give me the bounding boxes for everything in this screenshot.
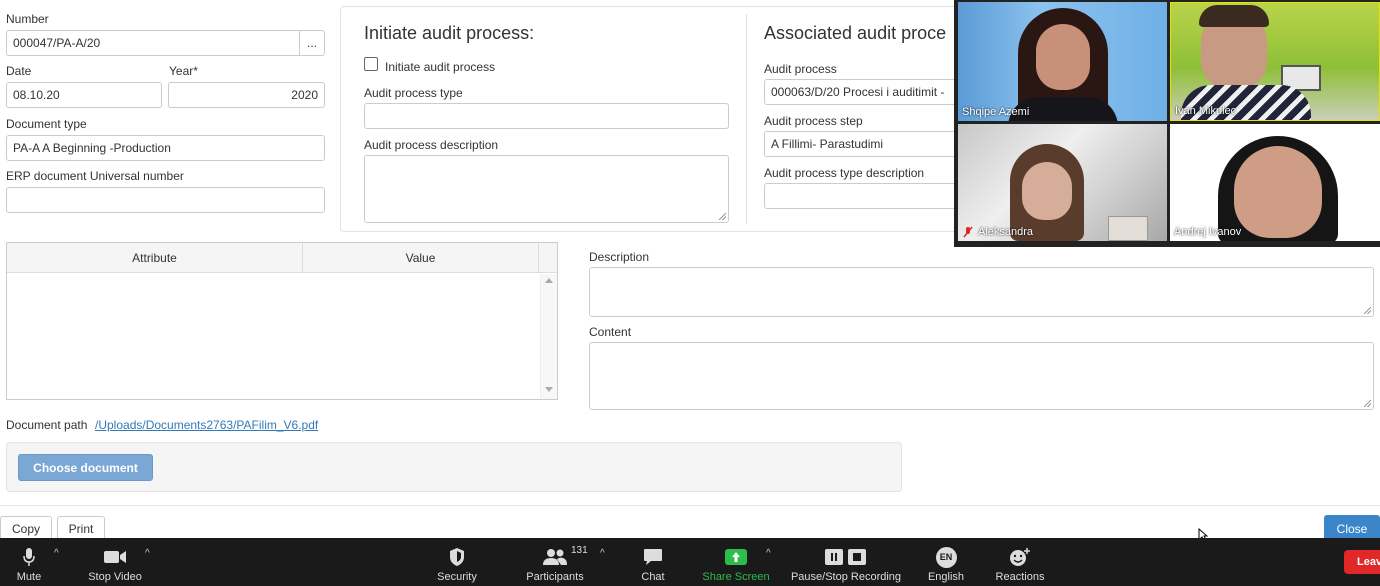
- participant-name: Shqipe Azemi: [962, 106, 1030, 118]
- document-type-input[interactable]: PA-A A Beginning -Production: [6, 135, 325, 161]
- video-options-chevron-icon[interactable]: ^: [145, 548, 150, 559]
- mute-button[interactable]: Mute: [6, 538, 52, 586]
- chat-button[interactable]: Chat: [634, 538, 672, 586]
- chat-label: Chat: [641, 571, 665, 583]
- choose-document-button[interactable]: Choose document: [18, 454, 153, 481]
- share-screen-button[interactable]: Share Screen: [700, 538, 772, 586]
- audit-process-type-description-label: Audit process type description: [764, 166, 925, 180]
- footer-divider: [0, 505, 1380, 506]
- security-label: Security: [437, 571, 477, 583]
- value-column-header[interactable]: Value: [303, 243, 539, 273]
- document-path-link[interactable]: /Uploads/Documents2763/PAFilim_V6.pdf: [95, 418, 318, 432]
- audit-process-description-label: Audit process description: [364, 138, 499, 152]
- participant-face: [1022, 162, 1072, 220]
- number-input[interactable]: 000047/PA-A/20: [6, 30, 300, 56]
- number-label: Number: [6, 12, 49, 26]
- audit-process-step-label: Audit process step: [764, 114, 863, 128]
- muted-mic-icon: [963, 226, 973, 238]
- date-label: Date: [6, 64, 32, 78]
- mute-label: Mute: [16, 571, 42, 583]
- participant-face: [1234, 146, 1322, 238]
- header-filler: [539, 243, 557, 273]
- video-tile-3[interactable]: Aleksandra: [958, 124, 1167, 241]
- year-label: Year*: [169, 64, 198, 78]
- date-input[interactable]: 08.10.20: [6, 82, 162, 108]
- recording-button[interactable]: Pause/Stop Recording: [788, 538, 904, 586]
- participants-count: 131: [571, 545, 588, 556]
- stop-video-label: Stop Video: [88, 571, 142, 583]
- share-screen-icon: [725, 549, 747, 565]
- meeting-toolbar: Mute ^ Stop Video ^ Security Participant…: [0, 538, 1380, 586]
- audit-process-label: Audit process: [764, 62, 837, 76]
- scroll-up-icon[interactable]: [545, 278, 553, 283]
- audit-process-description-textarea[interactable]: [364, 155, 729, 223]
- reactions-button[interactable]: Reactions: [992, 538, 1048, 586]
- participant-face: [1036, 24, 1090, 90]
- document-path-label: Document path: [6, 418, 88, 432]
- english-label: English: [927, 571, 965, 583]
- reactions-smiley-icon: [1010, 548, 1030, 566]
- pause-stop-recording-icon: [825, 549, 866, 565]
- initiate-audit-heading: Initiate audit process:: [364, 23, 535, 43]
- video-camera-icon: [104, 551, 126, 563]
- leave-button[interactable]: Leav: [1344, 550, 1380, 574]
- mute-options-chevron-icon[interactable]: ^: [54, 548, 59, 559]
- chat-icon: [644, 549, 662, 565]
- reactions-label: Reactions: [995, 571, 1045, 583]
- participant-name: Aleksandra: [978, 226, 1034, 238]
- microphone-icon: [23, 548, 35, 566]
- description-textarea[interactable]: [589, 267, 1374, 317]
- year-input[interactable]: 2020: [168, 82, 325, 108]
- participants-label: Participants: [526, 571, 584, 583]
- participant-name: Ivan Mikulec: [1175, 105, 1237, 117]
- audit-process-type-input[interactable]: [364, 103, 729, 129]
- attribute-grid: Attribute Value: [6, 242, 558, 400]
- participants-options-chevron-icon[interactable]: ^: [600, 548, 605, 559]
- audit-process-type-label: Audit process type: [364, 86, 463, 100]
- description-label: Description: [589, 250, 650, 264]
- language-button[interactable]: EN English: [924, 538, 968, 586]
- content-textarea[interactable]: [589, 342, 1374, 410]
- video-tile-4[interactable]: Andrej Ivanov: [1170, 124, 1380, 241]
- security-button[interactable]: Security: [432, 538, 482, 586]
- background-frame: [1108, 216, 1148, 241]
- participant-hair: [1199, 5, 1269, 27]
- scroll-down-icon[interactable]: [545, 387, 553, 392]
- participants-icon: [543, 549, 567, 565]
- video-gallery: Shqipe Azemi Ivan Mikulec Aleksandra And…: [954, 0, 1380, 247]
- video-tile-1[interactable]: Shqipe Azemi: [958, 2, 1167, 121]
- shield-icon: [450, 548, 464, 566]
- recording-label: Pause/Stop Recording: [790, 571, 902, 583]
- participant-name: Andrej Ivanov: [1174, 226, 1242, 238]
- content-label: Content: [589, 325, 632, 339]
- erp-number-label: ERP document Universal number: [6, 169, 184, 183]
- share-screen-label: Share Screen: [702, 571, 770, 583]
- number-lookup-button[interactable]: ...: [299, 30, 325, 56]
- attribute-column-header[interactable]: Attribute: [7, 243, 303, 273]
- share-options-chevron-icon[interactable]: ^: [766, 548, 771, 559]
- panel-divider: [746, 14, 747, 224]
- associated-audit-heading: Associated audit proce: [764, 23, 947, 43]
- document-type-label: Document type: [6, 117, 87, 131]
- audit-process-input[interactable]: 000063/D/20 Procesi i auditimit -: [764, 79, 964, 105]
- audit-process-step-input[interactable]: A Fillimi- Parastudimi: [764, 131, 964, 157]
- stop-video-button[interactable]: Stop Video: [84, 538, 146, 586]
- initiate-audit-checkbox[interactable]: [364, 57, 378, 71]
- grid-scrollbar[interactable]: [540, 274, 557, 399]
- erp-number-input[interactable]: [6, 187, 325, 213]
- language-globe-icon: EN: [935, 546, 957, 568]
- initiate-audit-checkbox-label: Initiate audit process: [385, 60, 496, 74]
- audit-process-type-description-input[interactable]: [764, 183, 964, 209]
- video-tile-2[interactable]: Ivan Mikulec: [1170, 2, 1380, 121]
